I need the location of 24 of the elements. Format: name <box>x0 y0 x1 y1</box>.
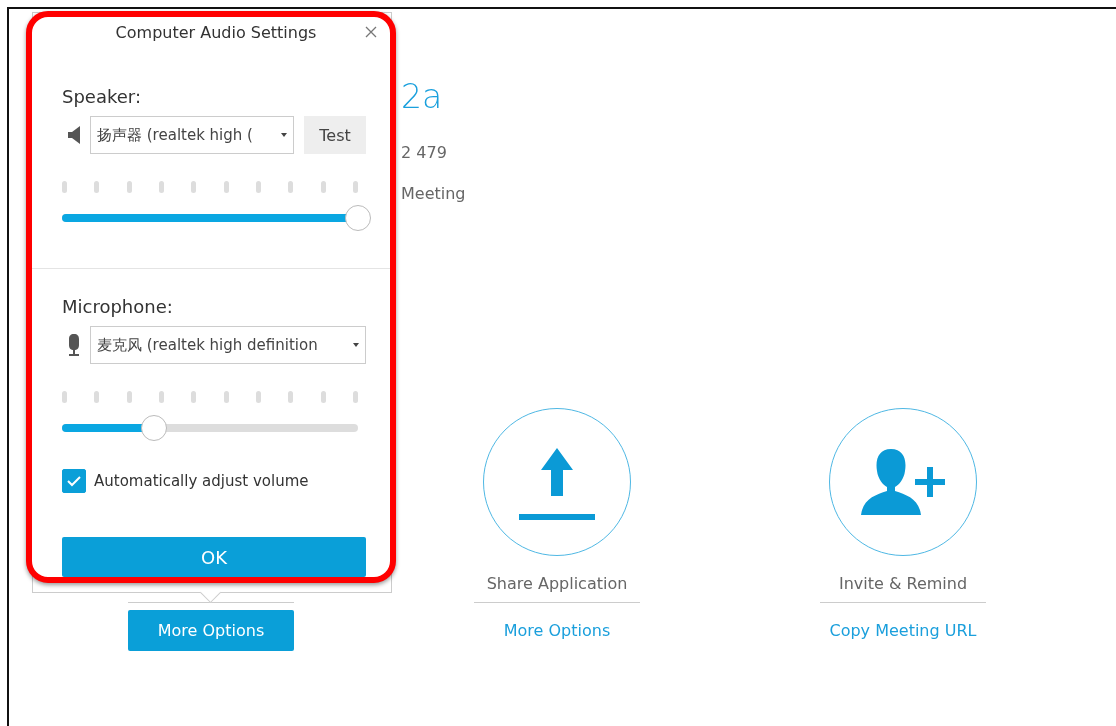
ok-button[interactable]: OK <box>62 537 366 577</box>
more-options-link[interactable]: More Options <box>474 610 640 651</box>
microphone-icon <box>68 334 80 356</box>
action-label: Share Application <box>486 574 628 594</box>
more-options-link[interactable]: Copy Meeting URL <box>820 610 986 651</box>
speaker-icon <box>68 126 80 144</box>
dialog-title: Computer Audio Settings <box>115 23 317 44</box>
microphone-label: Microphone: <box>62 296 174 317</box>
end-meeting-label: Meeting <box>401 184 466 203</box>
microphone-select[interactable]: 麦克风 (realtek high definition <box>90 326 366 364</box>
meeting-title: 2a <box>401 77 443 117</box>
speaker-select[interactable]: 扬声器 (realtek high ( <box>90 116 294 154</box>
caret-icon <box>281 133 287 137</box>
more-options-link[interactable]: More Options <box>128 610 294 651</box>
action-label: Invite & Remind <box>838 574 968 594</box>
auto-adjust-label: Automatically adjust volume <box>94 472 309 490</box>
meeting-number: 2 479 <box>401 143 447 162</box>
checkmark-icon <box>66 475 82 487</box>
test-button[interactable]: Test <box>304 116 366 154</box>
checkbox[interactable] <box>62 469 86 493</box>
caret-icon <box>353 343 359 347</box>
close-icon[interactable] <box>365 26 377 38</box>
person-add-icon <box>861 447 945 517</box>
speaker-label: Speaker: <box>62 86 142 107</box>
